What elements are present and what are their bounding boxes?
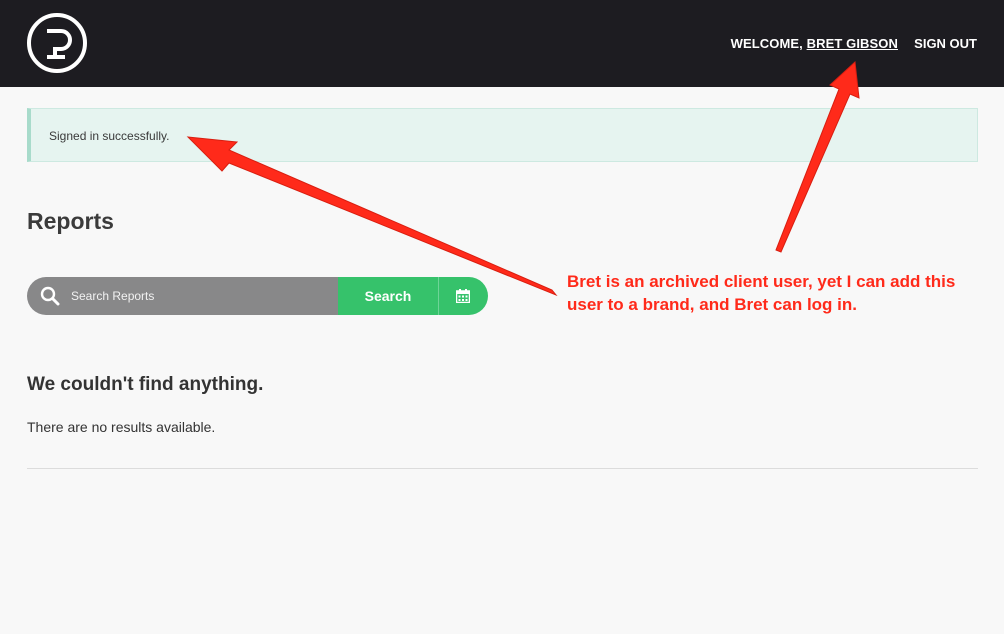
flash-message: Signed in successfully. — [49, 129, 170, 143]
logo-mark-icon — [47, 29, 72, 59]
flash-notice: Signed in successfully. — [27, 108, 978, 162]
search-button[interactable]: Search — [338, 277, 438, 315]
page-title: Reports — [27, 208, 114, 234]
welcome-message: WELCOME, BRET GIBSON — [731, 36, 898, 51]
content-divider — [27, 468, 978, 469]
search-field — [27, 277, 338, 315]
empty-state-title: We couldn't find anything. — [27, 374, 264, 395]
logo[interactable] — [27, 13, 87, 73]
search-input[interactable] — [71, 277, 331, 315]
annotation-text: Bret is an archived client user, yet I c… — [567, 272, 956, 314]
sign-out-link[interactable]: SIGN OUT — [914, 36, 977, 51]
search-bar: Search — [27, 277, 488, 315]
calendar-icon — [456, 289, 470, 303]
welcome-prefix: WELCOME, — [730, 36, 803, 51]
annotation-arrows — [186, 60, 860, 297]
top-navbar: WELCOME, BRET GIBSON SIGN OUT — [0, 0, 1004, 87]
date-filter-button[interactable] — [439, 277, 488, 315]
user-name-link[interactable]: BRET GIBSON — [807, 36, 898, 51]
empty-state-message: There are no results available. — [27, 419, 216, 435]
search-icon — [40, 286, 60, 306]
